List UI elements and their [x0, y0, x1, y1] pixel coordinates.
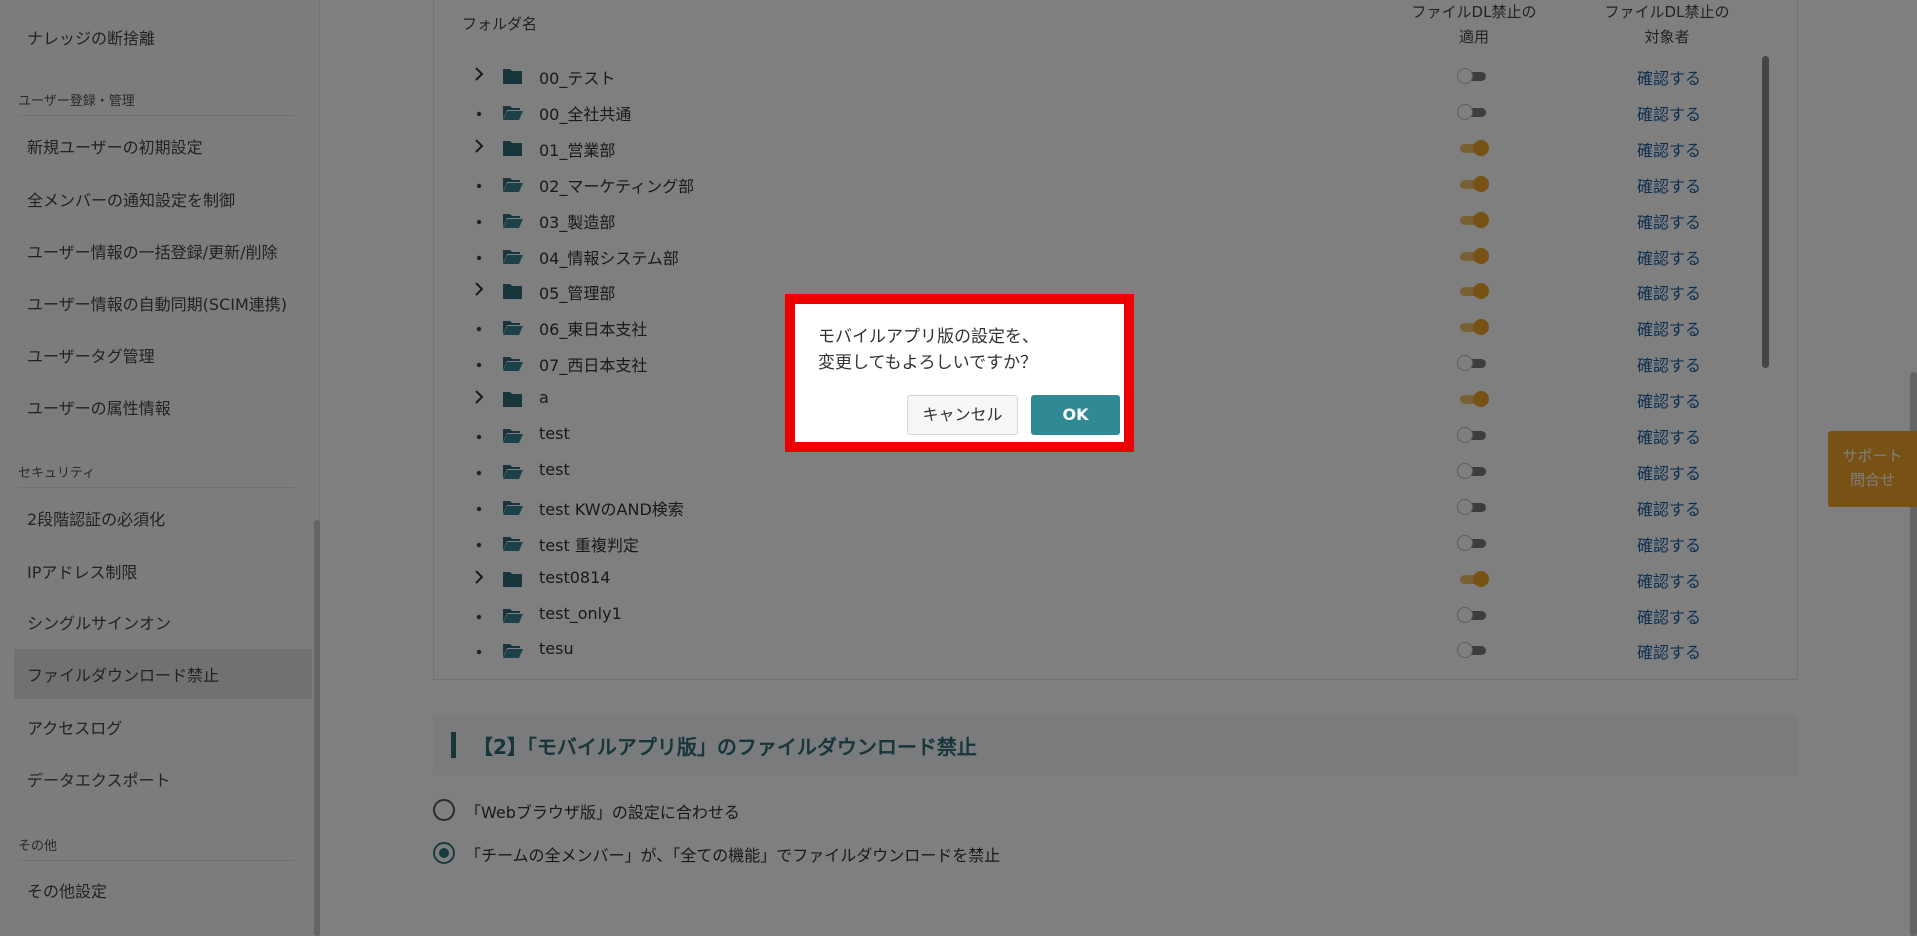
dialog-message-line: モバイルアプリ版の設定を、 [818, 327, 1039, 347]
modal-overlay[interactable] [0, 0, 1917, 936]
ok-button[interactable]: OK [1031, 395, 1120, 435]
cancel-button[interactable]: キャンセル [907, 395, 1018, 435]
dialog-message: モバイルアプリ版の設定を、 変更してもよろしいですか？ [818, 324, 1039, 376]
dialog-message-line: 変更してもよろしいですか？ [818, 353, 1038, 373]
dialog-highlight-frame: モバイルアプリ版の設定を、 変更してもよろしいですか？ キャンセル OK [785, 294, 1134, 452]
confirm-dialog: モバイルアプリ版の設定を、 変更してもよろしいですか？ キャンセル OK [795, 304, 1124, 442]
